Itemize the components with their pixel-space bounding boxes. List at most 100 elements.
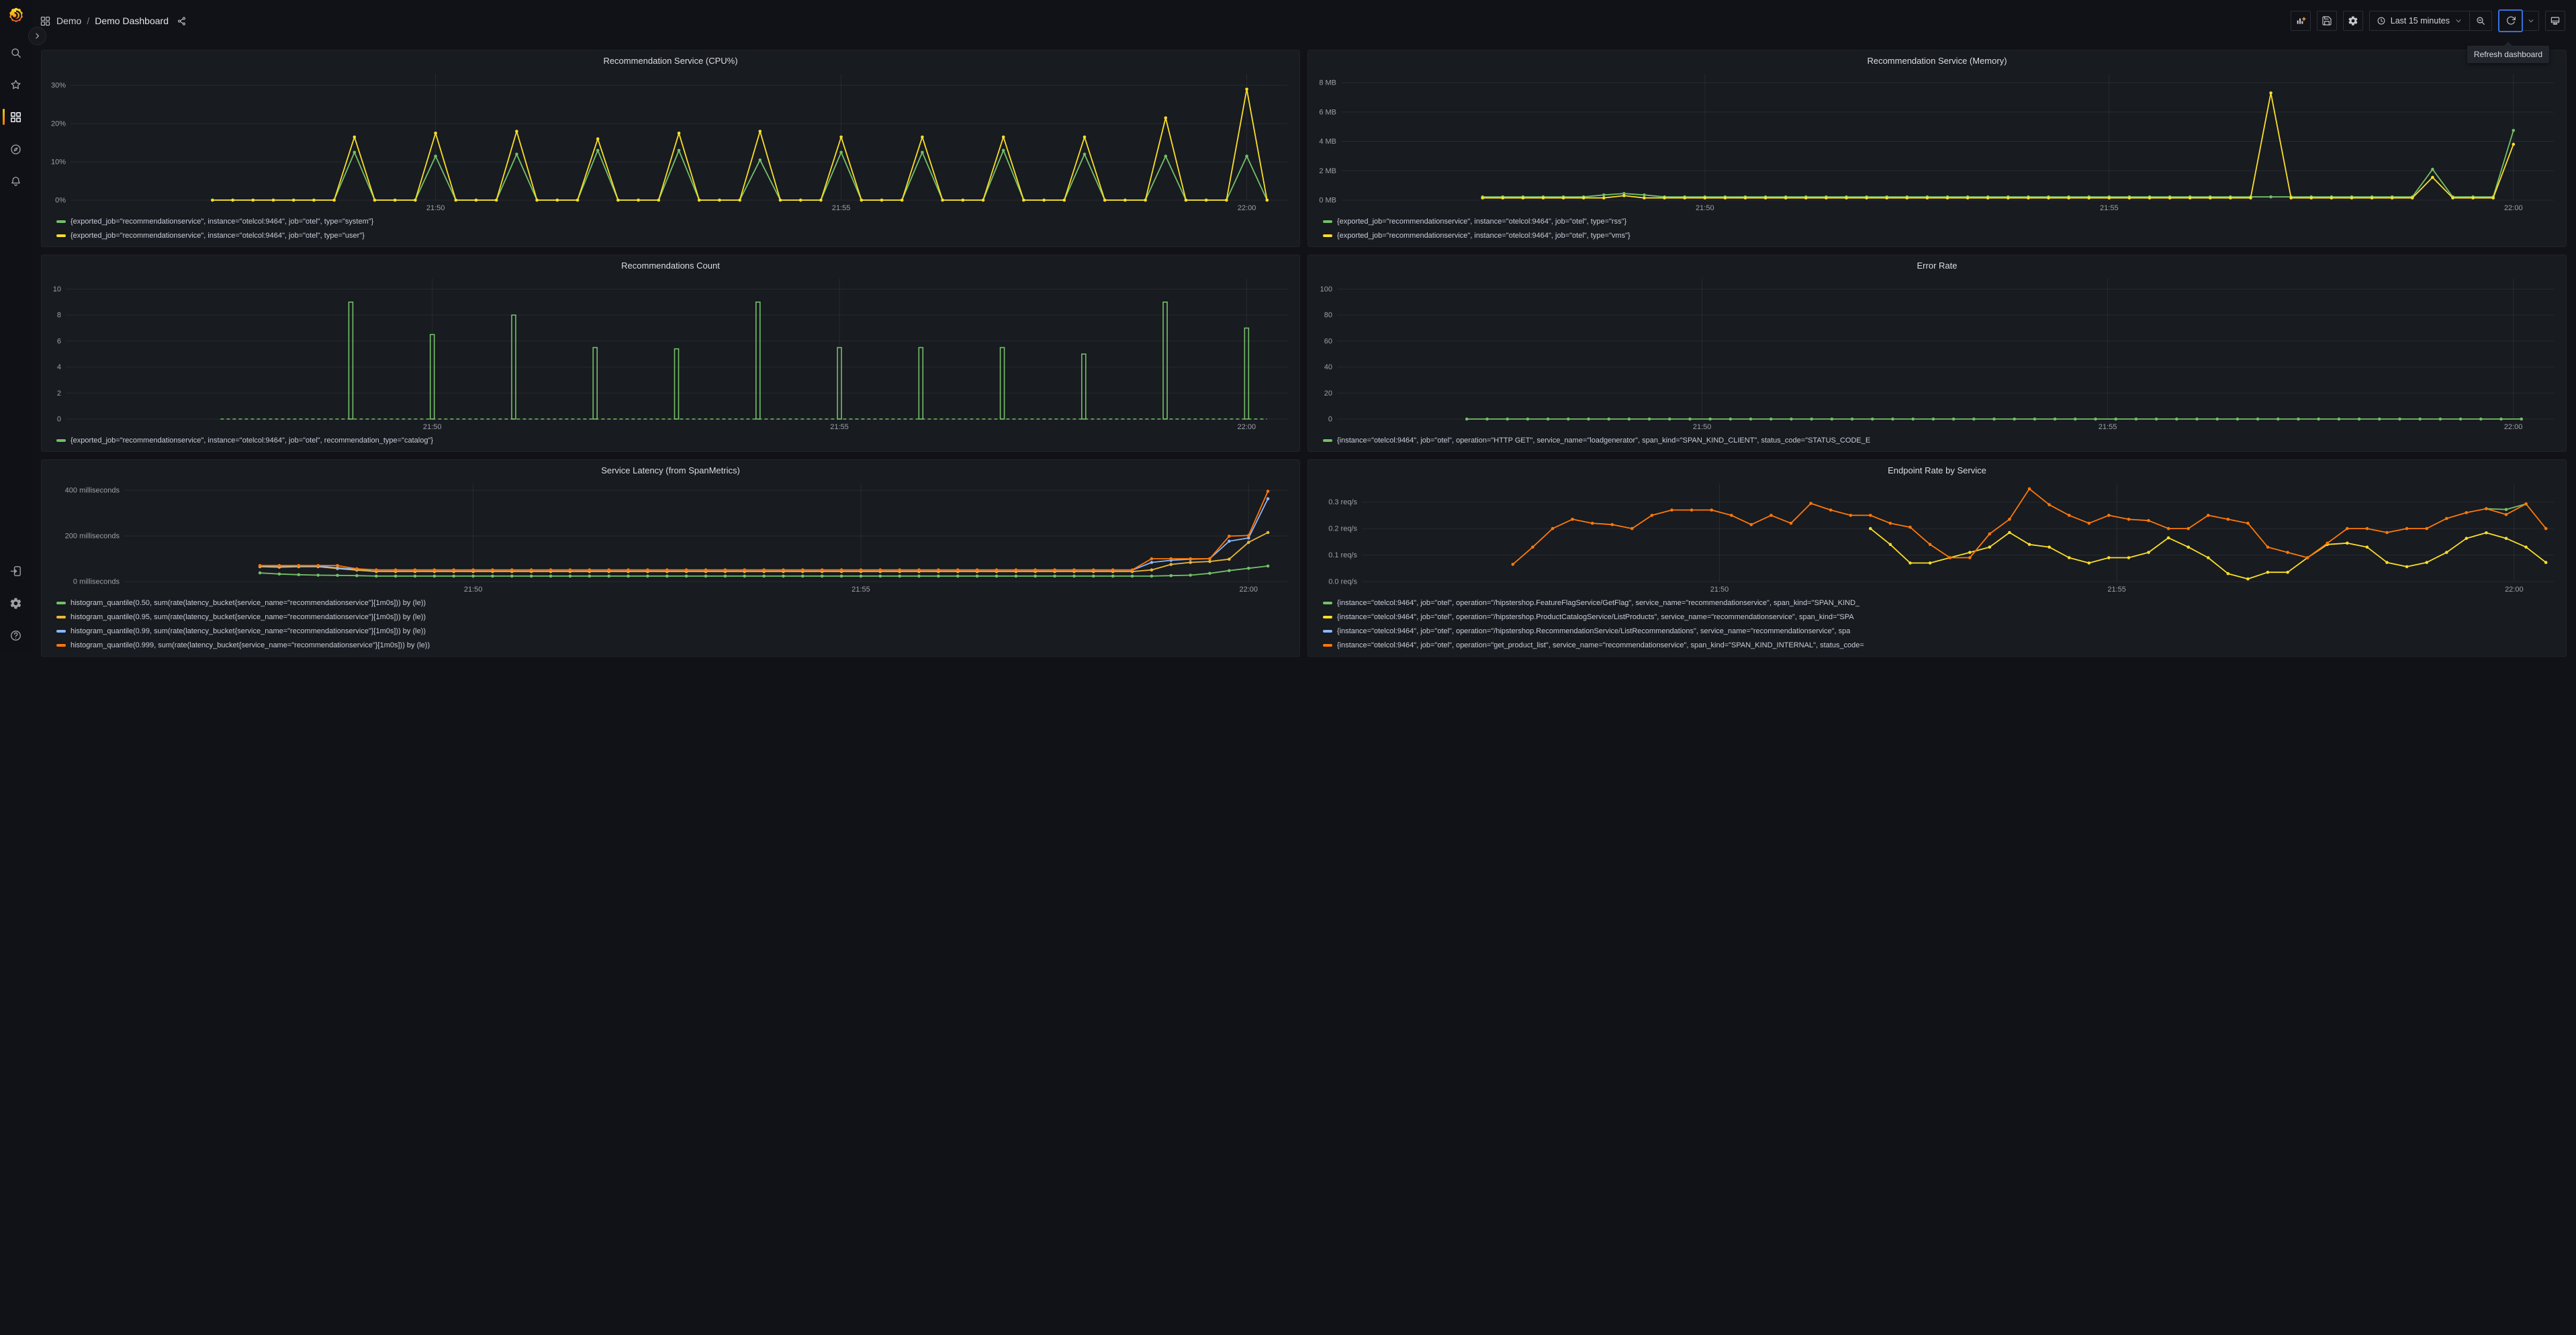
legend-label[interactable]: {instance="otelcol:9464", job="otel", op… (1337, 599, 1859, 607)
data-point (1266, 490, 1270, 493)
data-point (1042, 198, 1046, 202)
data-point (1062, 198, 1066, 202)
breadcrumb-folder[interactable]: Demo (56, 15, 81, 26)
legend-label[interactable]: histogram_quantile(0.50, sum(rate(latenc… (71, 599, 426, 607)
panel-title[interactable]: Recommendation Service (Memory) (1314, 54, 2561, 68)
sidebar-expand-button[interactable] (28, 27, 46, 45)
data-point (2226, 571, 2230, 576)
data-point (471, 574, 475, 578)
time-series-chart[interactable]: 0% 10% 20% 30% 21:50 21:55 22:00 (47, 68, 1294, 213)
share-icon[interactable] (177, 16, 187, 26)
data-point (555, 198, 559, 202)
sidebar-item-search[interactable] (0, 39, 32, 66)
sidebar-item-starred[interactable] (0, 71, 32, 98)
zoom-out-button[interactable] (2470, 11, 2491, 30)
panel-title[interactable]: Recommendation Service (CPU%) (47, 54, 1294, 68)
legend-label[interactable]: {instance="otelcol:9464", job="otel", op… (1337, 613, 1854, 621)
data-point (1850, 417, 1854, 421)
data-point (1830, 417, 1834, 421)
time-range-picker[interactable]: Last 15 minutes (2370, 11, 2469, 30)
legend-label[interactable]: histogram_quantile(0.95, sum(rate(latenc… (71, 613, 426, 621)
toolbar: Last 15 minutes (2290, 9, 2565, 32)
add-panel-button[interactable] (2290, 11, 2311, 31)
data-point (1228, 535, 1231, 538)
panel-title[interactable]: Recommendations Count (47, 259, 1294, 273)
panel-title[interactable]: Error Rate (1314, 259, 2561, 273)
data-point (2067, 196, 2070, 199)
legend-label[interactable]: {instance="otelcol:9464", job="otel", op… (1337, 627, 1850, 635)
data-point (1871, 417, 1874, 421)
legend-label[interactable]: {exported_job="recommendationservice", i… (71, 232, 365, 240)
data-point (2438, 417, 2442, 421)
chart-area: 0 milliseconds 200 milliseconds 400 millis… (47, 478, 1294, 594)
grafana-logo[interactable] (7, 7, 25, 24)
legend-item: histogram_quantile(0.50, sum(rate(latenc… (56, 596, 1294, 610)
sidebar-item-help[interactable] (0, 622, 32, 649)
data-point (434, 132, 437, 135)
sidebar-item-sign-in[interactable] (0, 557, 32, 584)
dashboard-settings-button[interactable] (2342, 11, 2363, 31)
x-axis-tick-label: 22:00 (1240, 586, 1258, 594)
legend-label[interactable]: {exported_job="recommendationservice", i… (1337, 218, 1626, 226)
chevron-down-icon (2456, 19, 2461, 23)
legend-label[interactable]: {instance="otelcol:9464", job="otel", op… (1337, 436, 1870, 445)
sidebar-item-settings[interactable] (0, 590, 32, 616)
time-series-chart[interactable]: 0 20 40 60 80 100 21:50 21:55 22:00 (1314, 273, 2561, 432)
data-point (2166, 536, 2170, 540)
x-axis-tick-label: 21:55 (2107, 586, 2126, 594)
legend-swatch (1323, 629, 1332, 633)
panel-title[interactable]: Service Latency (from SpanMetrics) (47, 463, 1294, 478)
legend-label[interactable]: {exported_job="recommendationservice", i… (71, 436, 433, 445)
legend-swatch (56, 643, 66, 647)
panel-title[interactable]: Endpoint Rate by Service (1314, 463, 2561, 478)
sidebar-item-alerting[interactable] (0, 168, 32, 195)
data-point (2297, 417, 2300, 421)
time-series-chart[interactable]: 0 2 4 6 8 10 21:50 21:55 22:00 (47, 273, 1294, 432)
kiosk-mode-button[interactable] (2545, 11, 2565, 31)
data-point (1189, 573, 1192, 577)
series-line (260, 498, 1269, 571)
gear-icon (10, 598, 21, 608)
data-point (1688, 417, 1692, 421)
data-point (1769, 514, 1773, 517)
refresh-interval-dropdown[interactable] (2523, 11, 2539, 31)
data-point (297, 563, 301, 567)
data-point (1988, 545, 1992, 549)
data-point (859, 568, 863, 571)
data-point (2053, 417, 2057, 421)
data-point (2008, 531, 2011, 535)
panel: Endpoint Rate by Service 0.0 req/s 0.1 re… (1307, 459, 2567, 657)
time-series-chart[interactable]: 0 milliseconds 200 milliseconds 400 millis… (47, 478, 1294, 594)
data-point (2047, 196, 2050, 199)
data-point (2499, 417, 2503, 421)
legend-label[interactable]: {instance="otelcol:9464", job="otel", op… (1337, 641, 1864, 649)
legend-label[interactable]: {exported_job="recommendationservice", i… (1337, 232, 1630, 240)
data-point (1647, 417, 1651, 421)
data-point (2188, 196, 2192, 199)
data-point (1208, 557, 1211, 561)
sidebar-item-explore[interactable] (0, 136, 32, 163)
data-point (1888, 543, 1892, 547)
legend-label[interactable]: {exported_job="recommendationservice", i… (71, 218, 373, 226)
data-point (937, 568, 940, 571)
data-point (1228, 539, 1231, 543)
time-series-chart[interactable]: 0 MB 2 MB 4 MB 6 MB 8 MB 21:50 21:55 22:00 (1314, 68, 2561, 213)
data-point (394, 568, 398, 571)
data-point (1925, 196, 1929, 199)
legend-label[interactable]: histogram_quantile(0.99, sum(rate(latenc… (71, 627, 426, 635)
data-point (1546, 417, 1550, 421)
data-point (2451, 196, 2454, 199)
data-point (607, 568, 610, 571)
data-point (1184, 198, 1188, 202)
chart-area: 0% 10% 20% 30% 21:50 21:55 22:00 (47, 68, 1294, 213)
refresh-dashboard-button[interactable] (2498, 9, 2523, 32)
legend-label[interactable]: histogram_quantile(0.999, sum(rate(laten… (71, 641, 430, 649)
data-point (1189, 561, 1192, 564)
sidebar-item-dashboards[interactable] (0, 103, 32, 130)
data-point (2286, 570, 2289, 574)
data-point (568, 568, 572, 571)
save-dashboard-button[interactable] (2316, 11, 2337, 31)
time-series-chart[interactable]: 0.0 req/s 0.1 req/s 0.2 req/s 0.3 req/s 21:5… (1314, 478, 2561, 594)
data-point (616, 198, 620, 202)
breadcrumb-dashboard[interactable]: Demo Dashboard (95, 15, 169, 26)
